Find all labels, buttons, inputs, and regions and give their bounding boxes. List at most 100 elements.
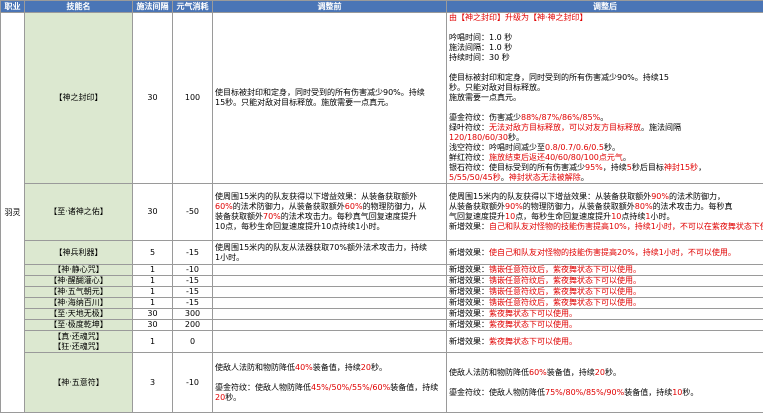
desc-text: 使目标被封印和定身，同时受到的所有伤害减少90%。持续 <box>215 88 425 97</box>
desc-line: 20秒。 <box>215 393 444 403</box>
desc-line: 新增效果：紫夜舞状态下可以使用。 <box>449 320 761 330</box>
desc-text: 气回复速度提升 <box>449 212 505 221</box>
highlight-text: 95% <box>585 163 603 172</box>
skill-name-cell: 【神·海纳百川】 <box>25 298 133 309</box>
desc-line: 施放需要一点真元。 <box>449 93 761 103</box>
table-row: 【神·五意符】3-10使敌人法防和物防降低40%装备值，持续20秒。鎏金符纹：使… <box>1 353 763 413</box>
profession-cell: 羽灵 <box>1 13 25 413</box>
skill-name: 【至·天地无极】 <box>27 309 130 319</box>
cost-cell: 300 <box>173 309 213 320</box>
desc-text: 新增效果： <box>449 265 489 274</box>
desc-line: 装备获取额外70%的法术攻击力。每秒真气回复速度提升 <box>215 212 444 222</box>
highlight-text: 紫夜舞状态下可以使用。 <box>489 309 577 318</box>
desc-text: 新增效果： <box>449 309 489 318</box>
desc-line: 使周围15米内的队友获得以下增益效果：从装备获取额外 <box>215 192 444 202</box>
skill-name-cell: 【神·五意符】 <box>25 353 133 413</box>
highlight-text: 镌嵌任意符纹后，紫夜舞状态下可以使用。 <box>489 265 641 274</box>
desc-line: 气回复速度提升10点，每秒生命回复速度提升10点持续1小时。 <box>449 212 761 222</box>
desc-line: 新增效果：紫夜舞状态下可以使用。 <box>449 337 761 347</box>
desc-line: 新增效果：镌嵌任意符纹后，紫夜舞状态下可以使用。 <box>449 265 761 275</box>
highlight-text: 90% <box>651 192 669 201</box>
after-cell: 新增效果：镌嵌任意符纹后，紫夜舞状态下可以使用。 <box>447 276 763 287</box>
cost-cell: -15 <box>173 276 213 287</box>
desc-text: ，持续 <box>603 163 627 172</box>
desc-line: 绿叶符纹：无法对敌方目标释放，可以对友方目标释放。施法间隔 <box>449 123 761 133</box>
highlight-text: 自己和队友对怪物的技能伤害提高10%，持续1小时，不可以在紫夜舞状态下使用。 <box>489 222 763 231</box>
desc-text: 新增效果： <box>449 248 489 257</box>
desc-line: 由【神之封印】升级为【神·神之封印】 <box>449 13 761 23</box>
desc-text: 。 <box>501 173 509 182</box>
header-before: 调整前 <box>213 1 447 13</box>
highlight-text: 20 <box>595 368 605 377</box>
desc-text: 的法术防御力， <box>669 192 725 201</box>
highlight-text: 20 <box>215 393 225 402</box>
header-after: 调整后 <box>447 1 763 13</box>
desc-text: 的物理防御力，从装备获取额外 <box>523 202 635 211</box>
skill-adjustment-table: 职业 技能名 施法间隔 元气消耗 调整前 调整后 羽灵【神之封印】30100使目… <box>0 0 763 413</box>
before-cell <box>213 298 447 309</box>
desc-text: 的法术攻击力。每秒真气回复速度提升 <box>281 212 417 221</box>
desc-text: 浅空符纹：吟唱时间减少至 <box>449 143 545 152</box>
interval-cell: 1 <box>133 331 173 353</box>
desc-text: 新增效果： <box>449 287 489 296</box>
desc-text: 持续时间：30 秒 <box>449 53 510 62</box>
skill-name: 【神·醒醐灌心】 <box>27 276 130 286</box>
skill-name-cell: 【神兵利器】 <box>25 241 133 265</box>
after-cell: 使周围15米内的队友获得以下增益效果：从装备获取额外90%的法术防御力，从装备获… <box>447 184 763 241</box>
desc-line: 秒。只能对敌对目标释放。 <box>449 83 761 93</box>
before-cell <box>213 276 447 287</box>
highlight-text: 无法对敌方目标释放，可以对友方目标释放 <box>489 123 641 132</box>
after-cell: 新增效果：镌嵌任意符纹后，紫夜舞状态下可以使用。 <box>447 298 763 309</box>
before-cell <box>213 309 447 320</box>
desc-text: 使敌人法防和物防降低 <box>449 368 529 377</box>
interval-cell: 30 <box>133 13 173 184</box>
after-cell: 新增效果：紫夜舞状态下可以使用。 <box>447 320 763 331</box>
header-interval: 施法间隔 <box>133 1 173 13</box>
desc-line: 60%的法术防御力，从装备获取额外60%的物理防御力，从 <box>215 202 444 212</box>
desc-line: 使周围15米内的队友获得以下增益效果：从装备获取额外90%的法术防御力， <box>449 192 761 202</box>
highlight-text: 神封状态无法被解除 <box>509 173 581 182</box>
highlight-text: 由【神之封印】升级为【神·神之封印】 <box>449 13 588 22</box>
desc-line: 鎏金符纹：使敌人物防降低75%/80%/85%/90%装备值，持续10秒。 <box>449 388 761 398</box>
blank-line <box>449 103 761 113</box>
highlight-text: 镌嵌任意符纹后，紫夜舞状态下可以使用。 <box>489 298 641 307</box>
highlight-text: 紫夜舞状态下可以使用。 <box>489 320 577 329</box>
cost-cell: 0 <box>173 331 213 353</box>
header-profession: 职业 <box>1 1 25 13</box>
highlight-text: 120/180/60/30 <box>449 133 508 142</box>
desc-text: 装备获取额外 <box>215 212 263 221</box>
table-row: 【真·还魂咒】【狂·还魂咒】10新增效果：紫夜舞状态下可以使用。 <box>1 331 763 353</box>
table-row: 【神·海纳百川】1-15新增效果：镌嵌任意符纹后，紫夜舞状态下可以使用。 <box>1 298 763 309</box>
desc-text: 秒。 <box>605 368 621 377</box>
desc-line: 吟唱时间：1.0 秒 <box>449 33 761 43</box>
skill-name-cell: 【神·醒醐灌心】 <box>25 276 133 287</box>
after-cell: 新增效果：紫夜舞状态下可以使用。 <box>447 309 763 320</box>
highlight-text: 镌嵌任意符纹后，紫夜舞状态下可以使用。 <box>489 287 641 296</box>
after-cell: 使敌人法防和物防降低60%装备值，持续20秒。鎏金符纹：使敌人物防降低75%/8… <box>447 353 763 413</box>
desc-text: 银石符纹：使目标受到的所有伤害减少 <box>449 163 585 172</box>
skill-name: 【狂·还魂咒】 <box>27 342 130 352</box>
highlight-text: 88%/87%/86%/85% <box>521 113 600 122</box>
after-cell: 由【神之封印】升级为【神·神之封印】吟唱时间：1.0 秒施法间隔：1.0 秒持续… <box>447 13 763 184</box>
desc-line: 使目标被封印和定身，同时受到的所有伤害减少90%。持续15 <box>449 73 761 83</box>
blank-line <box>449 378 761 388</box>
interval-cell: 1 <box>133 276 173 287</box>
interval-cell: 1 <box>133 265 173 276</box>
desc-text: 吟唱时间：1.0 秒 <box>449 33 512 42</box>
highlight-text: 60% <box>345 202 363 211</box>
header-skill-name: 技能名 <box>25 1 133 13</box>
desc-text: 使周围15米内的队友从法器获取70%额外法术攻击力，持续 <box>215 243 427 252</box>
cost-cell: -10 <box>173 353 213 413</box>
desc-text: 鎏金符纹：使敌人物防降低 <box>449 388 545 397</box>
desc-text: 。施法间隔 <box>641 123 681 132</box>
interval-cell: 1 <box>133 287 173 298</box>
skill-name: 【至·诸神之佑】 <box>27 207 130 217</box>
highlight-text: 5/55/50/45秒 <box>449 173 501 182</box>
blank-line <box>449 23 761 33</box>
desc-text: 秒。只能对敌对目标释放。 <box>449 83 545 92</box>
desc-text: 。 <box>581 173 589 182</box>
table-row: 【神兵利器】5-15使周围15米内的队友从法器获取70%额外法术攻击力，持续1小… <box>1 241 763 265</box>
before-cell <box>213 287 447 298</box>
desc-text: 鎏金符纹：伤害减少 <box>449 113 521 122</box>
desc-text: ， <box>698 163 706 172</box>
